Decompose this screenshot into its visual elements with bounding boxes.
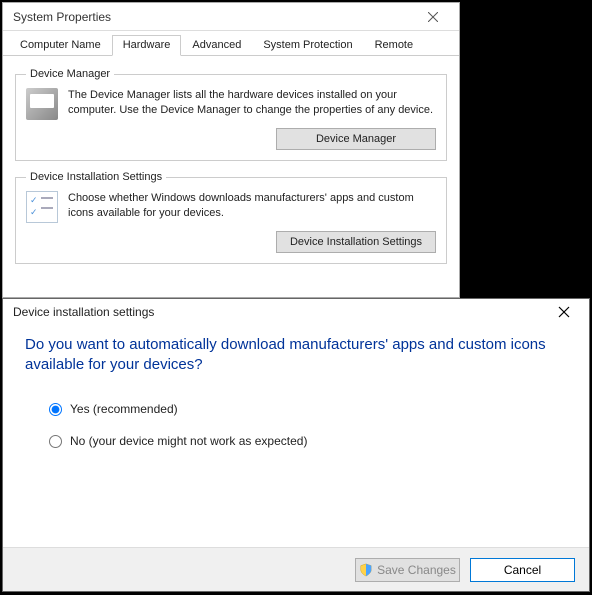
radio-group: Yes (recommended) No (your device might …: [25, 402, 567, 448]
close-button[interactable]: [413, 6, 453, 28]
device-install-settings-button[interactable]: Device Installation Settings: [276, 231, 436, 253]
tab-computer-name[interactable]: Computer Name: [9, 35, 112, 55]
dialog-footer: Save Changes Cancel: [3, 547, 589, 591]
tab-system-protection[interactable]: System Protection: [252, 35, 363, 55]
save-changes-button[interactable]: Save Changes: [355, 558, 460, 582]
device-install-group: Device Installation Settings Choose whet…: [15, 171, 447, 264]
radio-no[interactable]: No (your device might not work as expect…: [49, 434, 567, 448]
save-changes-label: Save Changes: [377, 563, 456, 577]
dialog-title: Device installation settings: [13, 305, 154, 319]
device-manager-desc: The Device Manager lists all the hardwar…: [68, 88, 436, 118]
tab-strip: Computer Name Hardware Advanced System P…: [3, 31, 459, 56]
device-install-desc: Choose whether Windows downloads manufac…: [68, 191, 436, 221]
system-properties-window: System Properties Computer Name Hardware…: [2, 2, 460, 298]
tab-hardware[interactable]: Hardware: [112, 35, 182, 56]
device-manager-group: Device Manager The Device Manager lists …: [15, 68, 447, 161]
cancel-button[interactable]: Cancel: [470, 558, 575, 582]
radio-yes-label: Yes (recommended): [70, 402, 178, 416]
close-icon: [558, 306, 570, 318]
close-icon: [428, 12, 438, 22]
device-install-legend: Device Installation Settings: [26, 171, 166, 183]
dialog-question: Do you want to automatically download ma…: [25, 335, 567, 374]
dialog-titlebar: Device installation settings: [3, 299, 589, 325]
checklist-icon: [26, 191, 58, 223]
radio-yes[interactable]: Yes (recommended): [49, 402, 567, 416]
device-install-settings-dialog: Device installation settings Do you want…: [2, 298, 590, 592]
shield-icon: [359, 563, 373, 577]
tab-remote[interactable]: Remote: [364, 35, 425, 55]
device-manager-legend: Device Manager: [26, 68, 114, 80]
radio-no-label: No (your device might not work as expect…: [70, 434, 307, 448]
tab-advanced[interactable]: Advanced: [181, 35, 252, 55]
dialog-body: Do you want to automatically download ma…: [3, 325, 589, 547]
radio-no-input[interactable]: [49, 435, 62, 448]
radio-yes-input[interactable]: [49, 403, 62, 416]
dialog-close-button[interactable]: [547, 301, 581, 323]
device-manager-icon: [26, 88, 58, 120]
tab-content: Device Manager The Device Manager lists …: [3, 56, 459, 286]
titlebar: System Properties: [3, 3, 459, 31]
window-title: System Properties: [13, 10, 111, 24]
device-manager-button[interactable]: Device Manager: [276, 128, 436, 150]
